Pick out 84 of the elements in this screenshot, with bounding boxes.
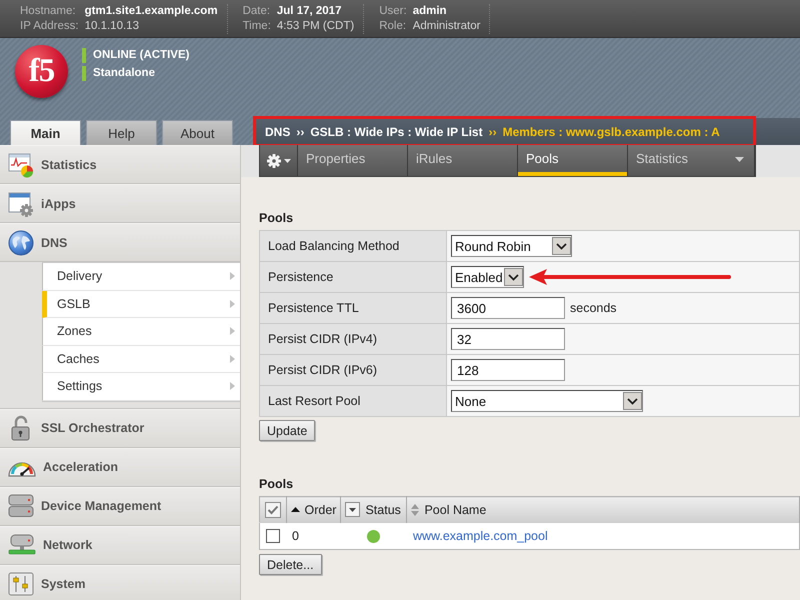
update-button[interactable]: Update [259, 420, 316, 441]
section-tab[interactable]: iRules [408, 145, 518, 176]
submenu-item[interactable]: GSLB [42, 290, 240, 318]
caret-right-icon [230, 300, 235, 308]
row-checkbox[interactable] [266, 529, 280, 543]
status-text: ONLINE (ACTIVE) [82, 48, 190, 63]
field-label: Persist CIDR (IPv4) [260, 324, 446, 354]
nav-tab[interactable]: About [162, 120, 233, 145]
settings-icon [266, 154, 280, 168]
caret-right-icon [230, 354, 235, 363]
field-label: Load Balancing Method [260, 230, 446, 262]
section-tab[interactable]: Statistics [628, 145, 755, 176]
submenu-item[interactable]: Caches [42, 346, 240, 373]
info-label: Hostname: [20, 4, 77, 18]
info-value: admin [412, 4, 448, 18]
section-heading: Pools [259, 477, 294, 491]
window-gear-icon [8, 190, 34, 216]
column-header[interactable]: Order [286, 496, 341, 522]
delete-button[interactable]: Delete... [259, 554, 322, 575]
sidebar-item[interactable]: Device Management [0, 486, 240, 526]
gear-menu-button[interactable] [260, 145, 298, 176]
input-field[interactable]: 32 [451, 328, 565, 350]
breadcrumb-item[interactable]: GSLB : Wide IPs : Wide IP List [310, 124, 483, 138]
pool-link[interactable]: www.example.com_pool [412, 529, 548, 543]
nav-tab[interactable]: Main [10, 120, 81, 145]
section-heading: Pools [259, 211, 294, 225]
field-label: Persistence TTL [260, 292, 446, 324]
network-device-icon [8, 534, 36, 556]
server-icon [8, 494, 34, 518]
section-tab[interactable]: Properties [298, 145, 408, 176]
caret-down-icon [284, 158, 290, 162]
chart-icon [8, 152, 34, 178]
field-label: Persist CIDR (IPv6) [260, 354, 446, 386]
field-label: Last Resort Pool [260, 386, 446, 416]
info-value: 10.1.10.13 [84, 20, 140, 32]
caret-right-icon [230, 327, 235, 336]
sidebar-item[interactable]: Network [0, 526, 240, 564]
caret-down-icon [735, 157, 744, 162]
sliders-icon [8, 572, 34, 596]
dropdown[interactable]: None [451, 390, 643, 412]
info-value: Administrator [412, 20, 480, 32]
logo: f5 [15, 45, 68, 98]
dropdown[interactable]: Round Robin [451, 235, 572, 257]
dropdown-icon [345, 502, 360, 517]
submenu-item[interactable]: Settings [42, 373, 240, 400]
sidebar-item[interactable]: DNS [0, 223, 240, 262]
info-label: Time: [242, 20, 271, 32]
info-label: Role: [379, 20, 407, 32]
section-tab[interactable]: Pools [518, 145, 628, 176]
sort-icon [411, 504, 420, 516]
info-value: 4:53 PM (CDT) [276, 20, 354, 32]
select-all-checkbox[interactable] [264, 502, 281, 518]
sort-ascending-icon [290, 507, 300, 512]
breadcrumb-item: Members : www.gslb.example.com : A [502, 124, 720, 138]
sidebar-item[interactable]: Acceleration [0, 448, 240, 486]
breadcrumb-separator: ›› [488, 124, 497, 138]
sidebar-item[interactable]: Statistics [0, 145, 240, 184]
sidebar-item[interactable]: iApps [0, 184, 240, 223]
order-value: 0 [292, 529, 299, 543]
unit-label: seconds [570, 301, 617, 315]
caret-right-icon [230, 382, 235, 390]
breadcrumb-separator: ›› [296, 124, 304, 138]
dropdown[interactable]: Enabled [451, 266, 524, 288]
input-field[interactable]: 128 [451, 359, 565, 381]
info-value: gtm1.site1.example.com [84, 4, 218, 18]
status-text: Standalone [82, 66, 190, 81]
column-header[interactable]: Pool Name [406, 496, 800, 522]
sidebar-item[interactable]: SSL Orchestrator [0, 408, 240, 448]
chevron-down-icon [623, 392, 642, 410]
info-label: Date: [242, 4, 271, 18]
field-label: Persistence [260, 262, 446, 292]
chevron-down-icon [552, 237, 571, 255]
breadcrumb-item[interactable]: DNS [265, 124, 290, 138]
nav-tab[interactable]: Help [86, 120, 157, 145]
submenu-item[interactable]: Zones [42, 318, 240, 346]
input-field[interactable]: 3600 [451, 297, 565, 319]
submenu-item[interactable]: Delivery [42, 263, 240, 290]
info-label: IP Address: [20, 20, 79, 32]
chevron-down-icon [504, 268, 523, 286]
info-value: Jul 17, 2017 [276, 4, 342, 18]
info-label: User: [379, 4, 407, 18]
caret-right-icon [230, 272, 235, 280]
globe-icon [8, 230, 34, 256]
column-header[interactable]: Status [340, 496, 407, 522]
